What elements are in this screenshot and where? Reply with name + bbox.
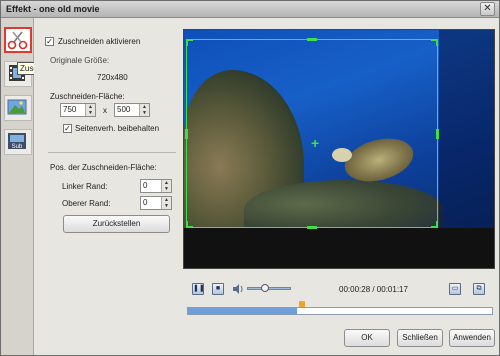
window-title: Effekt - one old movie [6, 4, 100, 14]
left-margin-label: Linker Rand: [62, 182, 108, 191]
apply-button[interactable]: Anwenden [449, 329, 495, 347]
subtitle-icon: Sub [8, 133, 26, 150]
speaker-icon[interactable] [232, 283, 244, 295]
crop-edge-handle[interactable] [185, 129, 188, 139]
crop-frame[interactable]: + [185, 38, 439, 229]
crop-height-stepper[interactable]: 500 ▲ ▼ [114, 103, 150, 117]
chevron-down-icon[interactable]: ▼ [140, 110, 149, 116]
crosshair-icon[interactable]: + [311, 135, 319, 151]
volume-slider-track[interactable] [247, 287, 291, 290]
crop-area-label: Zuschneiden-Fläche: [50, 92, 125, 101]
keep-aspect-ratio-checkbox[interactable]: ✓ [63, 124, 72, 133]
crop-corner-handle[interactable] [186, 39, 193, 46]
crop-width-value: 750 [63, 105, 77, 114]
video-preview[interactable]: + [183, 29, 495, 269]
keep-aspect-ratio-label: Seitenverh. beibehalten [75, 124, 160, 133]
ok-button[interactable]: OK [344, 329, 390, 347]
crop-edge-handle[interactable] [307, 226, 317, 229]
subtitle-icon-label: Sub [12, 144, 23, 150]
crop-settings-panel: ✓ Zuschneiden aktivieren Originale Größe… [34, 18, 181, 355]
original-size-value: 720x480 [97, 73, 128, 82]
crop-corner-handle[interactable] [186, 221, 193, 228]
scissors-icon [7, 31, 28, 50]
top-margin-arrows[interactable]: ▲ ▼ [161, 197, 171, 209]
fullscreen-icon[interactable]: ⧉ [473, 283, 485, 295]
title-bar: Effekt - one old movie ✕ [1, 1, 499, 18]
snapshot-icon[interactable]: ▭ [449, 283, 461, 295]
landscape-picture-icon [7, 99, 27, 115]
chevron-down-icon[interactable]: ▼ [86, 110, 95, 116]
times-sign: x [103, 106, 107, 115]
chevron-down-icon[interactable]: ▼ [162, 186, 171, 192]
pause-icon[interactable]: ❚❚ [192, 283, 205, 295]
timeline-bar[interactable] [187, 307, 493, 315]
crop-corner-handle[interactable] [431, 221, 438, 228]
stop-icon[interactable]: ■ [212, 283, 224, 295]
close-button[interactable]: Schließen [397, 329, 443, 347]
top-margin-stepper[interactable]: 0 ▲ ▼ [140, 196, 172, 210]
enable-crop-checkbox[interactable]: ✓ [45, 37, 54, 46]
crop-width-arrows[interactable]: ▲ ▼ [85, 104, 95, 116]
time-readout: 00:00:28 / 00:01:17 [339, 285, 408, 294]
original-size-label: Originale Größe: [50, 56, 110, 65]
effect-window: Effekt - one old movie ✕ Sub ✓ Zuschneid… [0, 0, 500, 356]
enable-crop-label: Zuschneiden aktivieren [58, 37, 141, 46]
crop-height-value: 500 [117, 105, 131, 114]
top-margin-value: 0 [143, 198, 148, 207]
close-icon[interactable]: ✕ [480, 2, 495, 16]
top-margin-label: Oberer Rand: [62, 199, 111, 208]
left-margin-stepper[interactable]: 0 ▲ ▼ [140, 179, 172, 193]
crop-width-stepper[interactable]: 750 ▲ ▼ [60, 103, 96, 117]
letterbox-bar [184, 228, 494, 268]
divider [48, 152, 176, 153]
crop-position-label: Pos. der Zuschneiden-Fläche: [50, 163, 157, 172]
timeline-progress [188, 308, 297, 314]
sidebar-item-subtitle[interactable]: Sub [4, 129, 32, 155]
left-margin-value: 0 [143, 181, 148, 190]
crop-height-arrows[interactable]: ▲ ▼ [139, 104, 149, 116]
volume-slider-knob[interactable] [261, 284, 269, 292]
crop-edge-handle[interactable] [307, 38, 317, 41]
crop-edge-handle[interactable] [436, 129, 439, 139]
reset-button[interactable]: Zurückstellen [63, 215, 170, 233]
sidebar-item-picture[interactable] [4, 95, 32, 121]
chevron-down-icon[interactable]: ▼ [162, 203, 171, 209]
sidebar-item-crop[interactable] [4, 27, 32, 53]
outside-crop-shade [439, 30, 494, 228]
left-margin-arrows[interactable]: ▲ ▼ [161, 180, 171, 192]
crop-corner-handle[interactable] [431, 39, 438, 46]
